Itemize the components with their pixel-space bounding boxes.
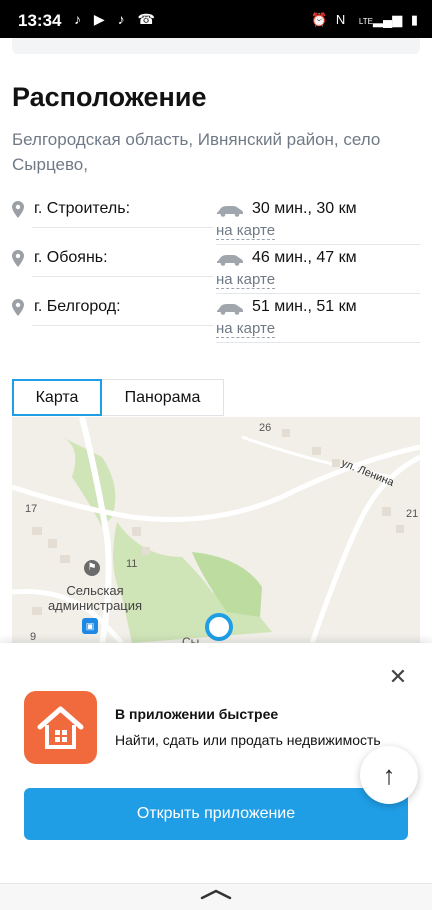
system-nav-bar — [0, 883, 432, 910]
house-number: 9 — [30, 631, 37, 643]
route-duration: 46 мин., 47 км — [252, 249, 357, 266]
flag-icon: ⚑ — [84, 560, 100, 576]
network-label: LTE — [358, 17, 373, 26]
divider — [216, 342, 420, 343]
house-number: 11 — [126, 558, 138, 570]
route-duration: 51 мин., 51 км — [252, 298, 357, 315]
status-time: 13:34 — [18, 11, 62, 30]
alarm-icon: ⏰ — [311, 12, 328, 27]
bus-stop-icon: ▣ — [82, 618, 98, 634]
location-pin-icon — [12, 299, 24, 316]
notification-icons: ♪ ▶ ♪ ☎ — [74, 11, 164, 28]
status-bar: 13:34 ♪ ▶ ♪ ☎ ⏰ N LTE▂▄▆ ▮ — [0, 0, 432, 38]
route-duration: 30 мин., 30 км — [252, 200, 357, 217]
house-number: 21 — [406, 508, 419, 520]
location-marker-icon[interactable] — [205, 613, 233, 641]
tiktok-icon: ♪ — [74, 11, 81, 27]
divider — [216, 293, 420, 294]
divider — [216, 244, 420, 245]
location-pin-icon — [12, 250, 24, 267]
route-map-link[interactable]: на карте — [216, 271, 276, 289]
route-city: г. Белгород: — [34, 298, 121, 315]
car-icon — [217, 206, 243, 217]
map-view[interactable]: 26 17 11 21 9 ул. Ленина ⚑ Сельская адми… — [12, 417, 420, 643]
route-row: г. Обоянь: 46 мин., 47 км на карте — [12, 249, 420, 294]
arrow-up-icon: ↑ — [382, 759, 396, 790]
banner-subtitle: Найти, сдать или продать недвижимость — [115, 732, 381, 748]
scroll-to-top-button[interactable]: ↑ — [360, 746, 418, 804]
place-label: Сельская администрация — [47, 583, 143, 613]
banner-title: В приложении быстрее — [115, 706, 279, 722]
route-row: г. Строитель: 30 мин., 30 км на карте — [12, 200, 420, 245]
open-app-button[interactable]: Открыть приложение — [24, 788, 408, 840]
car-icon — [217, 255, 243, 266]
system-icons: ⏰ N LTE▂▄▆ ▮ — [306, 12, 418, 28]
tiktok-icon: ♪ — [117, 11, 125, 27]
youtube-icon: ▶ — [93, 11, 105, 27]
app-banner: ✕ В приложении быстрее Найти, сдать или … — [0, 643, 432, 883]
route-city: г. Обоянь: — [34, 249, 108, 266]
location-pin-icon — [12, 201, 24, 218]
divider — [32, 276, 214, 277]
route-row: г. Белгород: 51 мин., 51 км на карте — [12, 298, 420, 343]
divider — [32, 325, 214, 326]
house-icon — [24, 691, 97, 764]
section-title: Расположение — [12, 82, 207, 112]
call-icon: ☎ — [137, 11, 155, 27]
tab-panorama[interactable]: Панорама — [102, 379, 224, 416]
house-number: 26 — [259, 422, 272, 434]
chevron-up-icon[interactable] — [200, 888, 232, 900]
house-number: 17 — [25, 503, 38, 515]
route-map-link[interactable]: на карте — [216, 320, 276, 338]
marker-label: Сы — [182, 635, 200, 643]
route-city: г. Строитель: — [34, 200, 131, 217]
lte-signal-icon: LTE▂▄▆ — [358, 12, 403, 27]
battery-icon: ▮ — [410, 12, 418, 27]
car-icon — [217, 304, 243, 315]
close-icon[interactable]: ✕ — [386, 665, 410, 689]
map-tabs: Карта Панорама — [12, 379, 224, 416]
nfc-icon: N — [335, 12, 346, 27]
divider — [32, 227, 214, 228]
address: Белгородская область, Ивнянский район, с… — [12, 130, 381, 174]
tab-map[interactable]: Карта — [12, 379, 102, 416]
route-map-link[interactable]: на карте — [216, 222, 276, 240]
previous-card-edge — [12, 38, 420, 54]
